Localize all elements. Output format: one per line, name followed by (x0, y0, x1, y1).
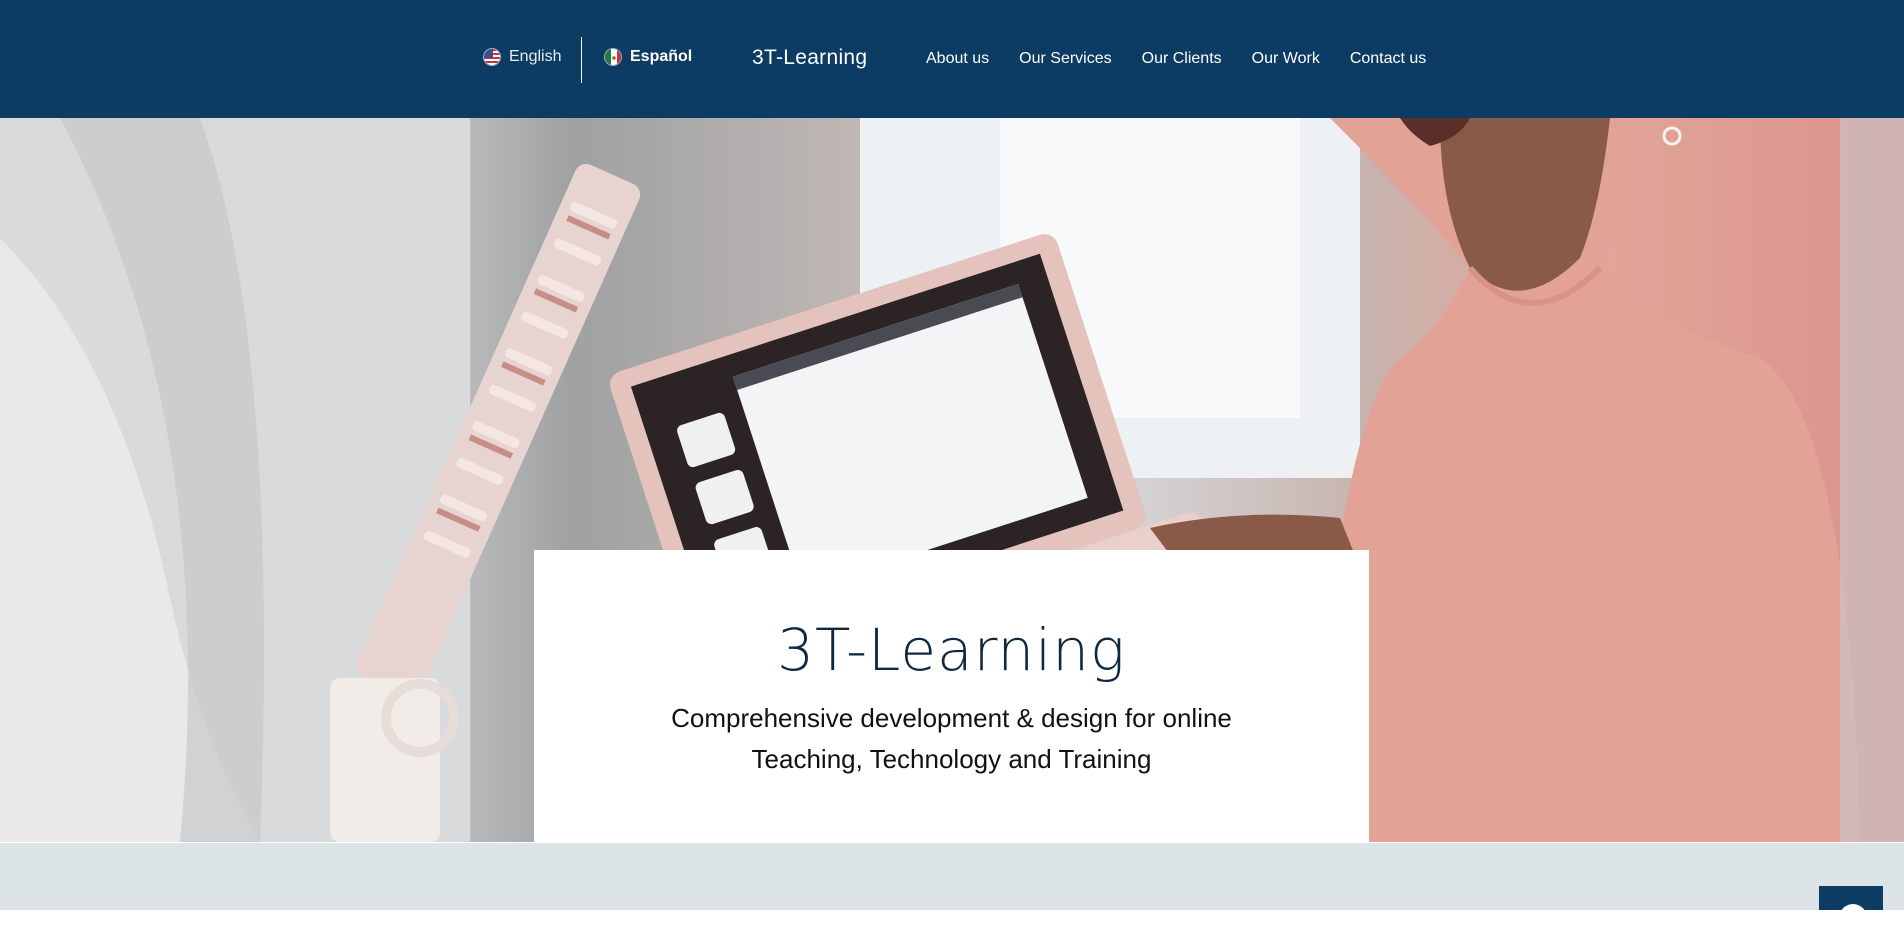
nav-our-work[interactable]: Our Work (1252, 50, 1320, 68)
hero-title: 3T-Learning (777, 616, 1126, 684)
language-english[interactable]: English (483, 48, 561, 66)
hero-card: 3T-Learning Comprehensive development & … (534, 550, 1369, 842)
site-header: English Español 3T-Learning About us Our… (0, 0, 1904, 118)
hero-subtitle: Comprehensive development & design for o… (534, 698, 1369, 780)
language-espanol-label: Español (630, 48, 693, 65)
chat-icon (1839, 904, 1867, 932)
nav-our-clients[interactable]: Our Clients (1142, 50, 1222, 68)
hero-subtitle-line-2: Teaching, Technology and Training (751, 744, 1152, 774)
main-nav: About us Our Services Our Clients Our Wo… (926, 50, 1456, 68)
chat-button[interactable] (1819, 886, 1883, 932)
site-logo-text[interactable]: 3T-Learning (752, 46, 867, 70)
mexico-flag-icon (604, 48, 622, 66)
nav-about-us[interactable]: About us (926, 50, 989, 68)
nav-contact-us[interactable]: Contact us (1350, 50, 1426, 68)
language-english-label: English (509, 48, 562, 65)
us-flag-icon (483, 48, 501, 66)
next-section-preview (0, 843, 1904, 910)
hero-subtitle-line-1: Comprehensive development & design for o… (671, 703, 1232, 733)
hero-section: 3T-Learning Comprehensive development & … (0, 118, 1904, 842)
nav-our-services[interactable]: Our Services (1019, 50, 1111, 68)
language-divider (581, 37, 582, 83)
language-espanol[interactable]: Español (604, 48, 692, 66)
